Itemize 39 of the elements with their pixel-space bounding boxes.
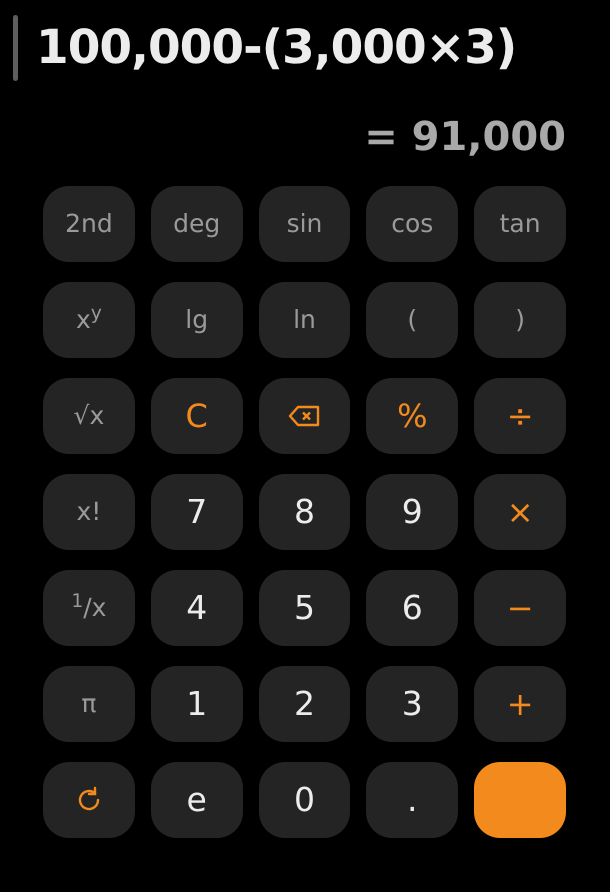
digit-key[interactable]: 6	[366, 570, 458, 646]
backspace-key[interactable]	[258, 378, 350, 454]
digit-key[interactable]: 9	[366, 474, 458, 550]
digit-key[interactable]: 5	[258, 570, 350, 646]
function-key[interactable]: 2nd	[43, 186, 135, 262]
function-key[interactable]: x!	[43, 474, 135, 550]
digit-key[interactable]: 0	[258, 762, 350, 838]
digit-key[interactable]: .	[366, 762, 458, 838]
operator-key[interactable]: −	[474, 570, 566, 646]
function-key[interactable]: √x	[43, 378, 135, 454]
text-cursor	[13, 15, 18, 81]
function-key[interactable]: cos	[366, 186, 458, 262]
function-key[interactable]: )	[474, 282, 566, 358]
equals-key[interactable]	[474, 762, 566, 838]
operator-key[interactable]: +	[474, 666, 566, 742]
function-key[interactable]: tan	[474, 186, 566, 262]
digit-key[interactable]: e	[150, 762, 243, 838]
function-key[interactable]: $^{1}$/x	[43, 570, 135, 646]
operator-key[interactable]: C	[150, 378, 243, 454]
digit-key[interactable]: 8	[258, 474, 350, 550]
function-key[interactable]: lg	[150, 282, 243, 358]
function-key[interactable]: deg	[150, 186, 243, 262]
function-key[interactable]: (	[366, 282, 458, 358]
digit-key[interactable]: 4	[150, 570, 243, 646]
operator-key[interactable]: %	[366, 378, 458, 454]
function-key[interactable]: π	[43, 666, 135, 742]
function-key[interactable]: ln	[258, 282, 350, 358]
function-key[interactable]: sin	[258, 186, 350, 262]
backspace-icon	[288, 405, 320, 427]
expression-text: 100,000-(3,000×3)	[36, 18, 516, 77]
operator-key[interactable]: ×	[474, 474, 566, 550]
operator-key[interactable]: ÷	[474, 378, 566, 454]
digit-key[interactable]: 3	[366, 666, 458, 742]
result-text: = 91,000	[364, 113, 566, 162]
digit-key[interactable]: 1	[150, 666, 243, 742]
digit-key[interactable]: 2	[258, 666, 350, 742]
digit-key[interactable]: 7	[150, 474, 243, 550]
mode-toggle-key[interactable]	[43, 762, 135, 838]
function-key[interactable]: x$^{y}$	[43, 282, 135, 358]
